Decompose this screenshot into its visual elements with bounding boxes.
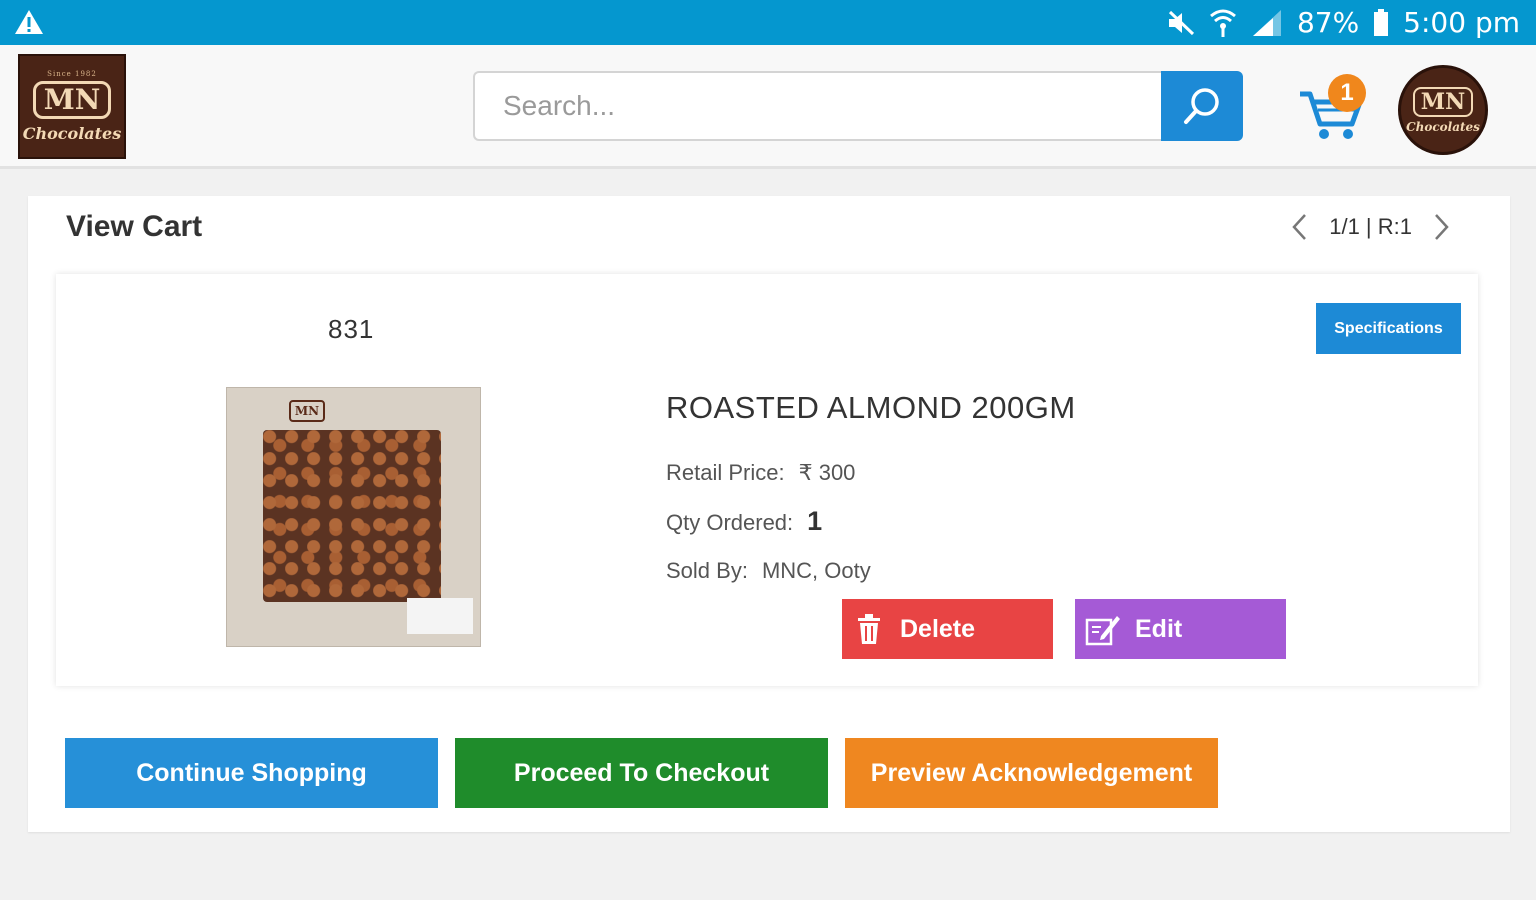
page-title: View Cart [66,210,203,243]
product-name: ROASTED ALMOND 200GM [666,390,1076,425]
status-bar: 87% 5:00 pm [0,0,1536,45]
preview-acknowledgement-button[interactable]: Preview Acknowledgement [845,738,1218,808]
delete-label: Delete [900,614,976,643]
mute-icon [1167,10,1195,36]
avatar-logo-mark: MN [1412,86,1474,117]
logo-since-text: Since 1982 [47,70,97,78]
avatar[interactable]: MN Chocolates [1398,65,1488,155]
qty-ordered-value: 1 [807,506,823,536]
cart-count-badge: 1 [1328,74,1366,112]
product-image[interactable]: MN [226,387,481,647]
delete-button[interactable]: Delete [842,599,1053,659]
logo-name: Chocolates [22,124,122,143]
signal-icon [1251,9,1283,37]
logo-mark: MN [32,81,112,119]
trash-icon [858,614,880,644]
warning-icon [14,9,44,40]
retail-price-label: Retail Price: [666,460,785,485]
qty-ordered-row: Qty Ordered: 1 [666,506,822,537]
next-page-button[interactable] [1434,213,1450,241]
cart-item-card: 831 MN Specifications ROASTED ALMOND 200… [56,274,1478,686]
sold-by-row: Sold By: MNC, Ooty [666,558,871,584]
chevron-right-icon [1435,214,1449,240]
pager-label: 1/1 | R:1 [1329,214,1412,239]
search-icon [1184,88,1219,124]
avatar-logo-name: Chocolates [1406,119,1480,134]
battery-icon [1373,8,1389,37]
specifications-button[interactable]: Specifications [1316,303,1461,354]
retail-price-value: ₹ 300 [798,460,856,485]
retail-price-row: Retail Price: ₹ 300 [666,460,855,486]
item-code: 831 [328,314,375,344]
edit-label: Edit [1135,614,1183,643]
search-input[interactable] [473,71,1163,141]
sold-by-label: Sold By: [666,558,748,583]
edit-button[interactable]: Edit [1075,599,1286,659]
product-box-window [263,430,441,602]
proceed-to-checkout-button[interactable]: Proceed To Checkout [455,738,828,808]
wifi-icon [1209,8,1237,38]
clock: 5:00 pm [1403,6,1520,39]
sold-by-value: MNC, Ooty [761,558,871,583]
battery-percent: 87% [1296,6,1360,39]
continue-shopping-button[interactable]: Continue Shopping [65,738,438,808]
edit-icon [1085,616,1120,646]
search-button[interactable] [1161,71,1243,141]
pager: 1/1 | R:1 [1291,212,1450,242]
view-cart-panel: View Cart 1/1 | R:1 831 MN Specification… [28,196,1510,832]
cart-button[interactable]: 1 [1298,74,1370,142]
previous-page-button[interactable] [1291,213,1307,241]
product-box-label [407,598,473,634]
qty-ordered-label: Qty Ordered: [666,510,794,535]
brand-logo[interactable]: Since 1982 MN Chocolates [18,54,126,159]
product-box-logo: MN [289,400,325,422]
app-header: Since 1982 MN Chocolates 1 MN Chocolates [0,45,1536,169]
chevron-left-icon [1292,214,1307,240]
